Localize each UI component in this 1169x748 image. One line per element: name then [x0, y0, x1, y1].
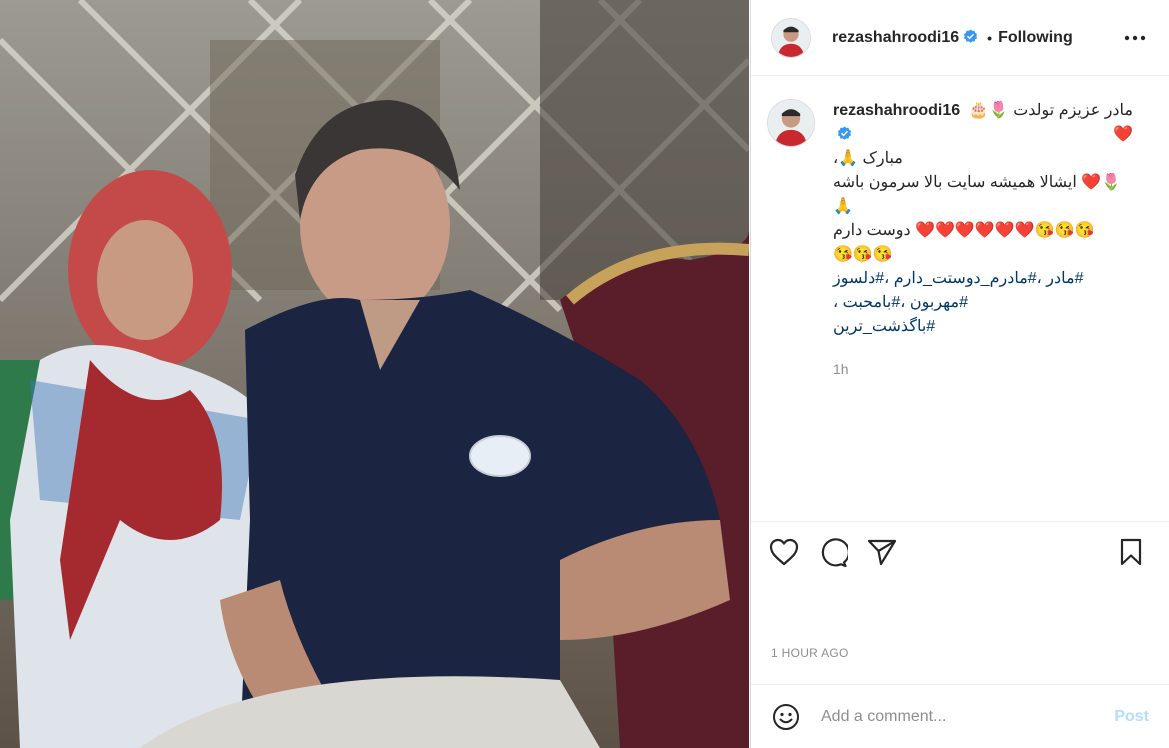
caption-age[interactable]: 1h: [833, 361, 1153, 377]
heart-icon[interactable]: [769, 538, 801, 570]
caption-text-line-1: مادر عزیزم تولدت 🌷🎂❤️: [968, 102, 1133, 143]
caption-verified-icon: [837, 126, 852, 140]
post-photo[interactable]: [0, 0, 749, 748]
verified-badge-icon: [964, 28, 978, 43]
caption-body: rezashahroodi16 مادر عزیزم تولدت 🌷🎂❤️ مب…: [833, 99, 1133, 339]
post-button[interactable]: Post: [1114, 708, 1149, 726]
username-text[interactable]: rezashahroodi16: [832, 29, 959, 46]
post-timestamp[interactable]: 1 HOUR AGO: [771, 646, 849, 660]
comment-icon[interactable]: [818, 538, 850, 570]
caption-text-line-4: 🙏: [833, 198, 853, 215]
bookmark-icon[interactable]: [1119, 538, 1151, 570]
hashtag-line-3[interactable]: #باگذشت_ترین: [833, 315, 1133, 339]
post-side-panel: rezashahroodi16 • Following rezashahrood: [750, 0, 1169, 748]
caption-text-line-6: 😘😘😘: [833, 246, 893, 263]
hashtag-line-2[interactable]: #مهربون ،#بامحبت ،: [833, 291, 1133, 315]
emoji-icon[interactable]: [771, 702, 801, 732]
caption-avatar-image: [768, 100, 814, 146]
comments-area: rezashahroodi16 مادر عزیزم تولدت 🌷🎂❤️ مب…: [751, 77, 1169, 521]
separator-dot: •: [987, 29, 993, 46]
more-options-icon[interactable]: [1121, 26, 1149, 50]
caption-text-line-2: مبارک 🙏،: [833, 150, 903, 167]
following-button[interactable]: Following: [998, 29, 1073, 47]
post-header: rezashahroodi16 • Following: [751, 0, 1169, 76]
caption-username[interactable]: rezashahroodi16: [833, 102, 960, 119]
avatar-image: [772, 18, 810, 57]
caption-avatar[interactable]: [767, 99, 815, 147]
comment-input[interactable]: [821, 707, 1115, 726]
photo-illustration: [0, 0, 749, 748]
caption-first-line: rezashahroodi16 مادر عزیزم تولدت 🌷🎂❤️: [833, 99, 1133, 147]
paper-plane-icon[interactable]: [867, 538, 899, 570]
add-comment-bar: Post: [751, 684, 1169, 748]
action-bar: [751, 521, 1169, 581]
caption-text-line-3: 🌷❤️ ایشالا همیشه سایت بالا سرمون باشه: [833, 174, 1122, 191]
post-username[interactable]: rezashahroodi16: [832, 29, 978, 47]
avatar[interactable]: [771, 17, 811, 58]
caption-text-line-5: 😘😘😘❤️❤️❤️❤️❤️❤️ دوست دارم: [833, 222, 1095, 239]
hashtag-line-1[interactable]: #مادر ،#مادرم_دوستت_دارم ،#دلسوز: [833, 267, 1133, 291]
caption-row: rezashahroodi16 مادر عزیزم تولدت 🌷🎂❤️ مب…: [767, 99, 1153, 339]
